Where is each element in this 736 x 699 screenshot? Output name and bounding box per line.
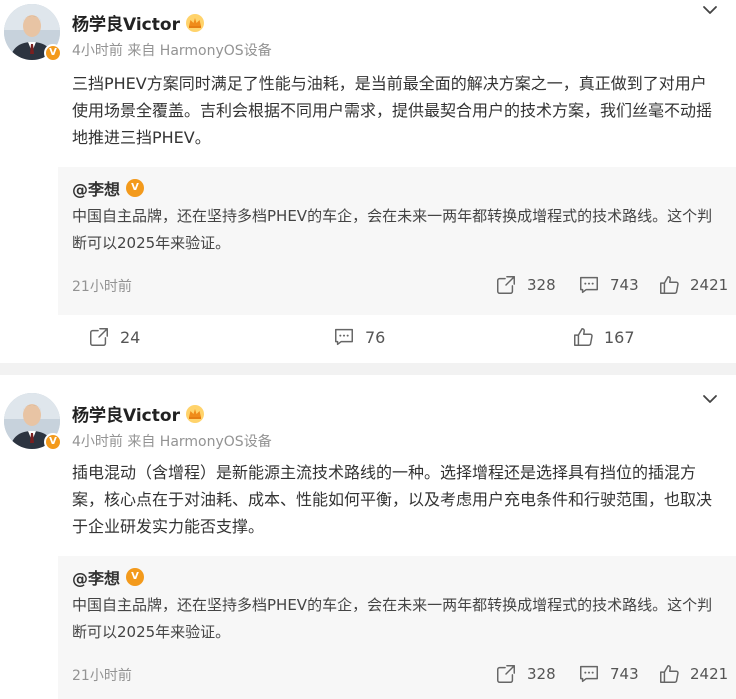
like-count: 167 [604,327,635,347]
quoted-comment-button[interactable]: 743 [578,274,639,296]
like-icon [658,274,680,296]
like-icon [658,663,680,685]
post-time-source: 4小时前 来自 HarmonyOS设备 [72,43,272,59]
post-text: 三挡PHEV方案同时满足了性能与油耗，是当前最全面的解决方案之一，真正做到了对用… [72,74,713,147]
comment-icon [578,663,600,685]
verified-icon: V [44,44,62,62]
author-name-text[interactable]: 杨学良Victor [72,10,180,35]
verified-icon: V [126,179,145,197]
author-name[interactable]: 杨学良Victor [72,401,206,426]
quoted-repost-button[interactable]: 328 [495,274,556,296]
post-text: 插电混动（含增程）是新能源主流技术路线的一种。选择增程还是选择具有挡位的插混方案… [72,463,713,536]
quoted-text: 中国自主品牌，还在坚持多档PHEV的车企，会在未来一两年都转换成增程式的技术路线… [72,207,713,252]
author-name[interactable]: 杨学良Victor [72,10,206,35]
quoted-time: 21小时前 [72,668,132,684]
comment-icon [333,326,355,348]
repost-count: 24 [120,327,141,347]
like-count: 2421 [690,276,729,294]
quoted-author[interactable]: @李想 V [72,565,145,589]
quoted-text: 中国自主品牌，还在坚持多档PHEV的车企，会在未来一两年都转换成增程式的技术路线… [72,596,713,641]
repost-icon [495,663,517,685]
weibo-post-1: V 杨学良Victor 4小时前 来自 HarmonyOS设备 三挡PHEV方案… [0,0,736,363]
comment-button[interactable]: 76 [333,326,385,348]
quoted-repost-button[interactable]: 328 [495,663,556,685]
avatar[interactable]: V [4,4,62,62]
verified-icon: V [126,568,145,586]
quoted-author-text[interactable]: @李想 [72,176,120,200]
chevron-down-icon[interactable] [702,2,718,18]
like-button[interactable]: 167 [572,326,635,348]
like-count: 2421 [690,665,729,683]
comment-count: 743 [610,276,639,294]
repost-button[interactable]: 24 [88,326,140,348]
weibo-post-2: V 杨学良Victor 4小时前 来自 HarmonyOS设备 插电混动（含增程… [0,375,736,699]
quoted-post[interactable]: @李想 V 中国自主品牌，还在坚持多档PHEV的车企，会在未来一两年都转换成增程… [58,556,736,699]
quoted-author[interactable]: @李想 V [72,176,145,200]
post-time-source: 4小时前 来自 HarmonyOS设备 [72,434,272,450]
comment-icon [578,274,600,296]
repost-icon [495,274,517,296]
repost-icon [88,326,110,348]
comment-count: 743 [610,665,639,683]
chevron-down-icon[interactable] [702,391,718,407]
quoted-like-button[interactable]: 2421 [658,274,728,296]
quoted-post[interactable]: @李想 V 中国自主品牌，还在坚持多档PHEV的车企，会在未来一两年都转换成增程… [58,167,736,315]
quoted-like-button[interactable]: 2421 [658,663,728,685]
quoted-comment-button[interactable]: 743 [578,663,639,685]
crown-icon [184,13,206,33]
verified-icon: V [44,433,62,451]
repost-count: 328 [527,276,556,294]
repost-count: 328 [527,665,556,683]
quoted-author-text[interactable]: @李想 [72,565,120,589]
like-icon [572,326,594,348]
avatar[interactable]: V [4,393,62,451]
quoted-time: 21小时前 [72,279,132,295]
author-name-text[interactable]: 杨学良Victor [72,401,180,426]
comment-count: 76 [365,327,386,347]
crown-icon [184,404,206,424]
